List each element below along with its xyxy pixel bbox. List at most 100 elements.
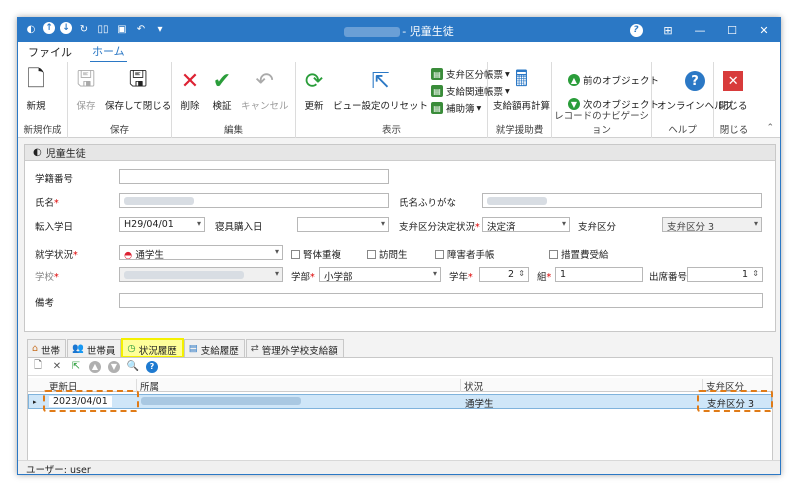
calculator-icon: 🖩: [514, 67, 529, 92]
column-header-status[interactable]: 状況: [460, 379, 483, 393]
column-header-shozoku[interactable]: 所属: [136, 379, 159, 393]
ribbon: 🗋 新規 新規作成 🖫 保存 🖫 保存して閉じる 保存 ✕ 削除 ✔ 検証 ↶ キャンセル …: [18, 62, 780, 138]
help-button[interactable]: ?: [620, 18, 652, 42]
group-save-label: 保存: [109, 125, 129, 136]
column-header-shiben[interactable]: 支弁区分: [702, 379, 744, 393]
cell-status[interactable]: 通学生: [465, 396, 494, 410]
tab-payment-history[interactable]: ▤ 支給履歴: [183, 339, 245, 357]
furigana-field[interactable]: [482, 193, 762, 208]
report-icon: ▤: [431, 68, 444, 80]
group-nav-label: レコードのナビゲーション: [554, 111, 649, 136]
shingu-date-field[interactable]: ▾: [297, 217, 389, 232]
group-edit: ✕ 削除 ✔ 検証 ↶ キャンセル 編集: [172, 62, 296, 138]
student-form: ◐ 児童生徒 学籍番号 氏名* 氏名ふりがな 転入学日 H29/04/01 ▾ 寝具…: [24, 144, 776, 332]
kumi-field[interactable]: 1: [555, 267, 643, 282]
people-icon: 👥: [72, 343, 84, 354]
blurred-text: [124, 196, 194, 205]
school-select[interactable]: ▾: [119, 267, 283, 282]
grid-header: 更新日 所属 状況 支弁区分: [28, 378, 772, 393]
save-close-icon: 🖫: [128, 67, 148, 92]
home-icon: ⌂: [32, 343, 39, 354]
name-label: 氏名*: [35, 198, 59, 209]
group-help: ? オンラインヘルプ ヘルプ: [652, 62, 733, 138]
group-close: ✕ 閉じる 閉じる: [714, 62, 754, 138]
bu-select[interactable]: 小学部 ▾: [319, 267, 441, 282]
form-header: ◐ 児童生徒: [25, 145, 775, 161]
preview-icon[interactable]: 🔍: [127, 361, 139, 373]
delete-row-icon[interactable]: ✕: [51, 361, 63, 373]
help-icon[interactable]: ?: [146, 360, 158, 373]
undo-arrow-icon: ↶: [255, 68, 274, 94]
group-edit-label: 編集: [223, 125, 243, 136]
group-help-label: ヘルプ: [668, 125, 697, 136]
refresh-icon: ⟳: [304, 68, 324, 94]
furigana-label: 氏名ふりがな: [399, 198, 457, 209]
name-field[interactable]: [119, 193, 389, 208]
ribbon-tab-home[interactable]: ホーム: [90, 41, 127, 63]
blurred-text: [487, 196, 547, 205]
table-row[interactable]: ▸ 2023/04/01 通学生 支弁区分 3: [28, 394, 772, 410]
kumi-label: 組*: [537, 272, 552, 283]
new-row-icon[interactable]: 🗋: [32, 360, 44, 373]
sochi-checkbox[interactable]: 措置費受給: [549, 247, 609, 261]
report-icon: ▤: [431, 85, 444, 97]
group-new-label: 新規作成: [23, 125, 62, 136]
grid-toolbar: 🗋 ✕ ⇱ ▲ ▼ 🔍 ?: [28, 358, 772, 376]
layout-button[interactable]: ⊞: [652, 18, 684, 42]
status-bar: ユーザー: user: [18, 460, 780, 474]
school-label: 学校*: [35, 272, 59, 283]
shusseki-stepper[interactable]: 1 ⇕: [687, 267, 763, 282]
prev-object-button[interactable]: ▲ 前のオブジェクト: [568, 72, 659, 88]
tennyu-date-field[interactable]: H29/04/01 ▾: [119, 217, 205, 232]
delete-x-icon: ✕: [180, 68, 200, 94]
move-up-icon[interactable]: ▲: [89, 360, 101, 373]
jintai-checkbox[interactable]: 腎体重複: [291, 247, 341, 261]
cell-shiben[interactable]: 支弁区分 3: [707, 396, 754, 410]
gakuseki-field[interactable]: [119, 169, 389, 184]
shugaku-label: 就学状況*: [35, 250, 78, 261]
group-shugaku-label: 就学援助費: [495, 125, 544, 136]
shugaku-select[interactable]: ◓ 通学生 ▾: [119, 245, 283, 260]
bu-label: 学部*: [291, 272, 315, 283]
status-history-grid: 🗋 ✕ ⇱ ▲ ▼ 🔍 ? 更新日 所属 状況 支弁区分 ▸ 2023/04/0…: [27, 357, 773, 465]
collapse-ribbon-icon[interactable]: ⌃: [766, 123, 774, 133]
homon-checkbox[interactable]: 訪問生: [367, 247, 408, 261]
nen-label: 学年*: [449, 272, 473, 283]
close-window-button[interactable]: ✕: [748, 18, 780, 42]
column-header-date[interactable]: 更新日: [46, 379, 78, 393]
tab-external-school-payment[interactable]: ⇄ 管理外学校支給額: [245, 339, 344, 357]
ribbon-tab-strip: ファイル ホーム: [18, 41, 780, 63]
shiben-select[interactable]: 支弁区分 3 ▾: [662, 217, 762, 232]
title-bar: ◐ ↑ ↓ ↻ ▯▯ ▣ ↶ ▾ - 児童生徒 ? ⊞ — ☐ ✕: [18, 18, 780, 42]
student-icon: ◐: [33, 147, 42, 158]
detail-tab-strip: ⌂ 世帯 👥 世帯員 ◷ 状況履歴 ▤ 支給履歴 ⇄ 管理外学校支給額: [27, 338, 344, 358]
report-icon: ▤: [431, 102, 444, 114]
link-icon: ⇄: [250, 343, 259, 354]
export-icon[interactable]: ⇱: [70, 361, 82, 373]
shusseki-label: 出席番号: [649, 272, 688, 283]
tennyu-label: 転入学日: [35, 222, 74, 233]
tab-status-history[interactable]: ◷ 状況履歴: [121, 338, 184, 358]
shiben-label: 支弁区分: [578, 222, 617, 233]
nen-stepper[interactable]: 2 ⇕: [479, 267, 529, 282]
minimize-button[interactable]: —: [684, 18, 716, 42]
maximize-button[interactable]: ☐: [716, 18, 748, 42]
group-save: 🖫 保存 🖫 保存して閉じる 保存: [68, 62, 172, 138]
new-document-icon: 🗋: [27, 67, 45, 92]
export-icon: ⇱: [371, 68, 390, 94]
shiben-status-select[interactable]: 決定済 ▾: [482, 217, 570, 232]
app-window: ◐ ↑ ↓ ↻ ▯▯ ▣ ↶ ▾ - 児童生徒 ? ⊞ — ☐ ✕ ファイル ホ…: [17, 17, 781, 475]
group-nav: ▲ 前のオブジェクト ▼ 次のオブジェクト レコードのナビゲーション: [552, 62, 659, 138]
cell-date[interactable]: 2023/04/01: [49, 396, 112, 407]
payment-icon: ▤: [188, 343, 198, 354]
tab-household-members[interactable]: 👥 世帯員: [67, 339, 122, 357]
blurred-text: [124, 270, 244, 279]
shiben-status-label: 支弁区分決定状況*: [399, 222, 480, 233]
floppy-icon: 🖫: [76, 67, 96, 92]
shogai-checkbox[interactable]: 障害者手帳: [435, 247, 495, 261]
blurred-text: [141, 397, 301, 405]
biko-field[interactable]: [119, 293, 763, 308]
move-down-icon[interactable]: ▼: [108, 360, 120, 373]
tab-household[interactable]: ⌂ 世帯: [27, 339, 67, 357]
ribbon-tab-file[interactable]: ファイル: [26, 42, 74, 62]
